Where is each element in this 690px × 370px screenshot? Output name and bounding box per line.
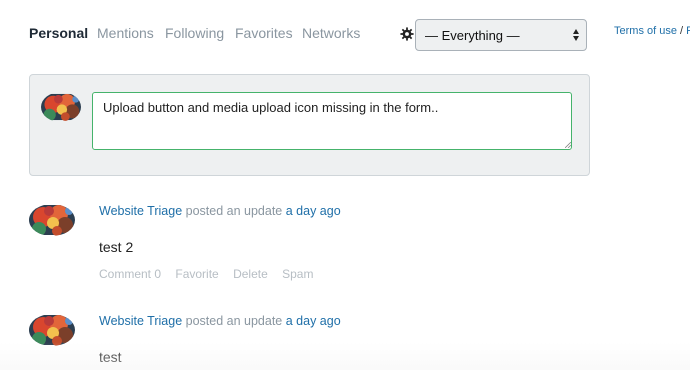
delete-button[interactable]: Delete bbox=[233, 267, 268, 281]
tab-networks[interactable]: Networks bbox=[302, 25, 360, 41]
resize-handle-icon[interactable] bbox=[565, 142, 571, 148]
link-separator: / bbox=[680, 25, 684, 37]
gear-icon[interactable] bbox=[400, 27, 414, 41]
favorite-button[interactable]: Favorite bbox=[175, 267, 218, 281]
timestamp-link[interactable]: a day ago bbox=[286, 314, 341, 328]
update-textarea[interactable]: Upload button and media upload icon miss… bbox=[92, 92, 572, 150]
footer-links: Terms of use / Pr bbox=[614, 25, 690, 37]
spam-button[interactable]: Spam bbox=[282, 267, 313, 281]
activity-meta: Website Triage posted an update a day ag… bbox=[99, 204, 341, 218]
tab-personal[interactable]: Personal bbox=[29, 25, 88, 41]
activity-meta: Website Triage posted an update a day ag… bbox=[99, 314, 341, 328]
author-link[interactable]: Website Triage bbox=[99, 314, 182, 328]
activity-item: Website Triage posted an update a day ag… bbox=[29, 204, 649, 304]
author-avatar[interactable] bbox=[29, 314, 75, 346]
timestamp-link[interactable]: a day ago bbox=[286, 204, 341, 218]
activity-action: posted an update bbox=[185, 204, 283, 218]
tab-following[interactable]: Following bbox=[165, 25, 224, 41]
author-link[interactable]: Website Triage bbox=[99, 204, 182, 218]
activity-filter-select[interactable]: — Everything — bbox=[415, 19, 587, 51]
user-avatar[interactable] bbox=[41, 92, 81, 122]
activity-actions: Comment 0 Favorite Delete Spam bbox=[99, 267, 324, 281]
comment-button[interactable]: Comment 0 bbox=[99, 267, 161, 281]
post-update-form: Upload button and media upload icon miss… bbox=[29, 74, 590, 176]
privacy-link[interactable]: Pr bbox=[686, 25, 690, 37]
author-avatar[interactable] bbox=[29, 204, 75, 236]
activity-content: test bbox=[99, 349, 122, 365]
activity-content: test 2 bbox=[99, 239, 134, 255]
activity-item: Website Triage posted an update a day ag… bbox=[29, 314, 649, 370]
tab-mentions[interactable]: Mentions bbox=[97, 25, 154, 41]
terms-link[interactable]: Terms of use bbox=[614, 25, 677, 37]
select-arrows-icon bbox=[573, 29, 579, 41]
tab-favorites[interactable]: Favorites bbox=[235, 25, 293, 41]
activity-action: posted an update bbox=[185, 314, 283, 328]
filter-selected-value: — Everything — bbox=[425, 28, 520, 43]
